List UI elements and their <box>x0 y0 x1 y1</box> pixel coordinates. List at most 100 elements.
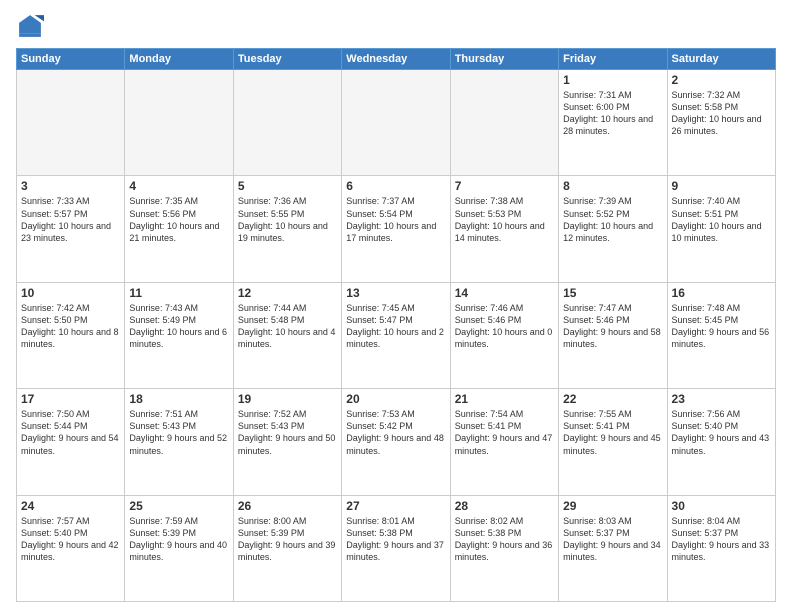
day-info: Sunrise: 7:57 AM Sunset: 5:40 PM Dayligh… <box>21 515 120 564</box>
day-info: Sunrise: 8:01 AM Sunset: 5:38 PM Dayligh… <box>346 515 445 564</box>
day-number: 24 <box>21 499 120 513</box>
calendar-week-row: 1 Sunrise: 7:31 AM Sunset: 6:00 PM Daylig… <box>17 70 776 176</box>
day-info: Sunrise: 7:40 AM Sunset: 5:51 PM Dayligh… <box>672 195 771 244</box>
day-number: 18 <box>129 392 228 406</box>
day-info: Sunrise: 7:47 AM Sunset: 5:46 PM Dayligh… <box>563 302 662 351</box>
day-info: Sunrise: 7:38 AM Sunset: 5:53 PM Dayligh… <box>455 195 554 244</box>
day-info: Sunrise: 7:33 AM Sunset: 5:57 PM Dayligh… <box>21 195 120 244</box>
day-number: 5 <box>238 179 337 193</box>
day-number: 16 <box>672 286 771 300</box>
day-info: Sunrise: 7:48 AM Sunset: 5:45 PM Dayligh… <box>672 302 771 351</box>
calendar-cell: 10Sunrise: 7:42 AM Sunset: 5:50 PM Dayli… <box>17 282 125 388</box>
col-header-friday: Friday <box>559 49 667 70</box>
day-number: 30 <box>672 499 771 513</box>
calendar-week-row: 17 Sunrise: 7:50 AM Sunset: 5:44 PM Dayli… <box>17 389 776 495</box>
calendar-cell <box>125 70 233 176</box>
calendar-cell: 8 Sunrise: 7:39 AM Sunset: 5:52 PM Daylig… <box>559 176 667 282</box>
calendar-cell <box>342 70 450 176</box>
day-number: 22 <box>563 392 662 406</box>
day-number: 17 <box>21 392 120 406</box>
day-number: 3 <box>21 179 120 193</box>
day-info: Sunrise: 7:39 AM Sunset: 5:52 PM Dayligh… <box>563 195 662 244</box>
day-info: Sunrise: 7:42 AM Sunset: 5:50 PM Dayligh… <box>21 302 120 351</box>
calendar-cell: 22 Sunrise: 7:55 AM Sunset: 5:41 PM Dayli… <box>559 389 667 495</box>
day-info: Sunrise: 7:59 AM Sunset: 5:39 PM Dayligh… <box>129 515 228 564</box>
day-info: Sunrise: 7:53 AM Sunset: 5:42 PM Dayligh… <box>346 408 445 457</box>
calendar-cell: 24 Sunrise: 7:57 AM Sunset: 5:40 PM Dayli… <box>17 495 125 601</box>
calendar-cell: 17 Sunrise: 7:50 AM Sunset: 5:44 PM Dayli… <box>17 389 125 495</box>
day-number: 14 <box>455 286 554 300</box>
day-number: 25 <box>129 499 228 513</box>
col-header-tuesday: Tuesday <box>233 49 341 70</box>
day-info: Sunrise: 7:43 AM Sunset: 5:49 PM Dayligh… <box>129 302 228 351</box>
calendar: SundayMondayTuesdayWednesdayThursdayFrid… <box>16 48 776 602</box>
calendar-cell: 3 Sunrise: 7:33 AM Sunset: 5:57 PM Daylig… <box>17 176 125 282</box>
calendar-cell: 2Sunrise: 7:32 AM Sunset: 5:58 PM Daylig… <box>667 70 775 176</box>
day-info: Sunrise: 7:31 AM Sunset: 6:00 PM Dayligh… <box>563 89 662 138</box>
col-header-wednesday: Wednesday <box>342 49 450 70</box>
day-number: 19 <box>238 392 337 406</box>
day-number: 7 <box>455 179 554 193</box>
calendar-cell: 14Sunrise: 7:46 AM Sunset: 5:46 PM Dayli… <box>450 282 558 388</box>
calendar-cell: 6Sunrise: 7:37 AM Sunset: 5:54 PM Daylig… <box>342 176 450 282</box>
calendar-cell <box>17 70 125 176</box>
calendar-week-row: 24 Sunrise: 7:57 AM Sunset: 5:40 PM Dayli… <box>17 495 776 601</box>
calendar-cell <box>233 70 341 176</box>
day-number: 1 <box>563 73 662 87</box>
calendar-cell: 26 Sunrise: 8:00 AM Sunset: 5:39 PM Dayli… <box>233 495 341 601</box>
day-number: 26 <box>238 499 337 513</box>
day-number: 28 <box>455 499 554 513</box>
calendar-cell: 23Sunrise: 7:56 AM Sunset: 5:40 PM Dayli… <box>667 389 775 495</box>
day-info: Sunrise: 7:45 AM Sunset: 5:47 PM Dayligh… <box>346 302 445 351</box>
day-info: Sunrise: 7:35 AM Sunset: 5:56 PM Dayligh… <box>129 195 228 244</box>
day-info: Sunrise: 7:51 AM Sunset: 5:43 PM Dayligh… <box>129 408 228 457</box>
day-info: Sunrise: 8:02 AM Sunset: 5:38 PM Dayligh… <box>455 515 554 564</box>
calendar-cell: 9 Sunrise: 7:40 AM Sunset: 5:51 PM Daylig… <box>667 176 775 282</box>
calendar-cell: 25 Sunrise: 7:59 AM Sunset: 5:39 PM Dayli… <box>125 495 233 601</box>
day-info: Sunrise: 7:54 AM Sunset: 5:41 PM Dayligh… <box>455 408 554 457</box>
calendar-week-row: 3 Sunrise: 7:33 AM Sunset: 5:57 PM Daylig… <box>17 176 776 282</box>
calendar-cell: 11 Sunrise: 7:43 AM Sunset: 5:49 PM Dayli… <box>125 282 233 388</box>
day-number: 20 <box>346 392 445 406</box>
day-number: 23 <box>672 392 771 406</box>
day-info: Sunrise: 7:37 AM Sunset: 5:54 PM Dayligh… <box>346 195 445 244</box>
day-number: 9 <box>672 179 771 193</box>
day-number: 13 <box>346 286 445 300</box>
day-info: Sunrise: 8:03 AM Sunset: 5:37 PM Dayligh… <box>563 515 662 564</box>
logo-icon <box>16 12 44 40</box>
calendar-cell: 27 Sunrise: 8:01 AM Sunset: 5:38 PM Dayli… <box>342 495 450 601</box>
calendar-cell: 19 Sunrise: 7:52 AM Sunset: 5:43 PM Dayli… <box>233 389 341 495</box>
day-number: 4 <box>129 179 228 193</box>
page: SundayMondayTuesdayWednesdayThursdayFrid… <box>0 0 792 612</box>
day-info: Sunrise: 8:00 AM Sunset: 5:39 PM Dayligh… <box>238 515 337 564</box>
calendar-cell: 15 Sunrise: 7:47 AM Sunset: 5:46 PM Dayli… <box>559 282 667 388</box>
day-info: Sunrise: 7:36 AM Sunset: 5:55 PM Dayligh… <box>238 195 337 244</box>
day-number: 11 <box>129 286 228 300</box>
calendar-cell: 12 Sunrise: 7:44 AM Sunset: 5:48 PM Dayli… <box>233 282 341 388</box>
calendar-cell: 21 Sunrise: 7:54 AM Sunset: 5:41 PM Dayli… <box>450 389 558 495</box>
day-info: Sunrise: 8:04 AM Sunset: 5:37 PM Dayligh… <box>672 515 771 564</box>
day-number: 29 <box>563 499 662 513</box>
day-number: 8 <box>563 179 662 193</box>
calendar-cell: 18 Sunrise: 7:51 AM Sunset: 5:43 PM Dayli… <box>125 389 233 495</box>
col-header-monday: Monday <box>125 49 233 70</box>
calendar-cell: 13 Sunrise: 7:45 AM Sunset: 5:47 PM Dayli… <box>342 282 450 388</box>
calendar-cell: 16 Sunrise: 7:48 AM Sunset: 5:45 PM Dayli… <box>667 282 775 388</box>
day-number: 12 <box>238 286 337 300</box>
col-header-saturday: Saturday <box>667 49 775 70</box>
day-number: 15 <box>563 286 662 300</box>
calendar-cell: 30 Sunrise: 8:04 AM Sunset: 5:37 PM Dayli… <box>667 495 775 601</box>
calendar-cell: 29 Sunrise: 8:03 AM Sunset: 5:37 PM Dayli… <box>559 495 667 601</box>
day-info: Sunrise: 7:52 AM Sunset: 5:43 PM Dayligh… <box>238 408 337 457</box>
header <box>16 12 776 40</box>
day-info: Sunrise: 7:44 AM Sunset: 5:48 PM Dayligh… <box>238 302 337 351</box>
day-number: 2 <box>672 73 771 87</box>
calendar-cell: 4 Sunrise: 7:35 AM Sunset: 5:56 PM Daylig… <box>125 176 233 282</box>
day-info: Sunrise: 7:55 AM Sunset: 5:41 PM Dayligh… <box>563 408 662 457</box>
calendar-cell: 1 Sunrise: 7:31 AM Sunset: 6:00 PM Daylig… <box>559 70 667 176</box>
calendar-table: SundayMondayTuesdayWednesdayThursdayFrid… <box>16 48 776 602</box>
day-number: 27 <box>346 499 445 513</box>
day-info: Sunrise: 7:50 AM Sunset: 5:44 PM Dayligh… <box>21 408 120 457</box>
calendar-header-row: SundayMondayTuesdayWednesdayThursdayFrid… <box>17 49 776 70</box>
day-number: 21 <box>455 392 554 406</box>
